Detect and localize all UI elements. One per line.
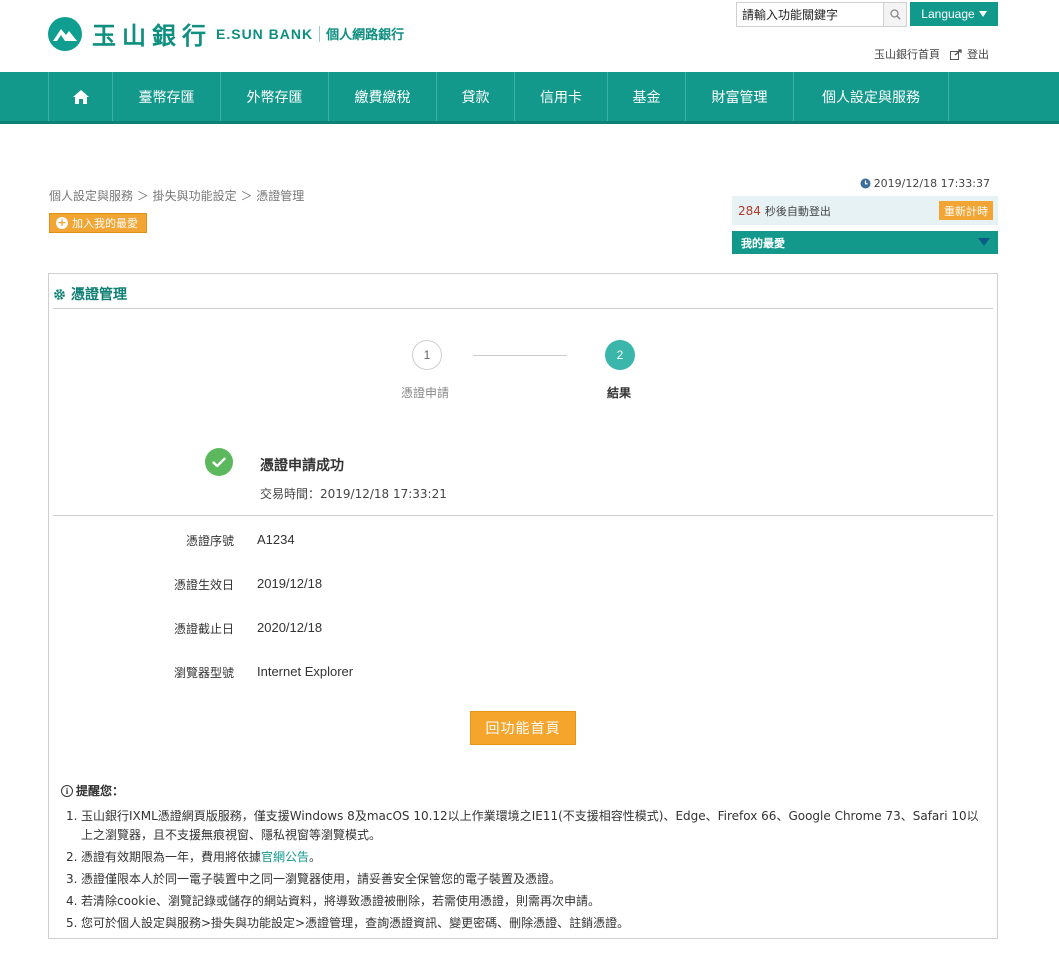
my-favorites-bar[interactable]: 我的最愛 [732, 231, 998, 254]
language-label: Language [921, 7, 975, 21]
search-box [736, 2, 907, 27]
divider [53, 308, 993, 309]
esun-logo[interactable]: 玉山銀行 E.SUN BANK 個人網路銀行 [48, 16, 404, 51]
step-connector [473, 355, 567, 356]
logout-label: 登出 [967, 48, 989, 61]
session-timer: 284 秒後自動登出 重新計時 [732, 196, 998, 225]
detail-label: 瀏覽器型號 [173, 666, 234, 680]
step-2-label: 結果 [607, 386, 632, 400]
divider [53, 515, 993, 516]
step-2-circle: 2 [605, 340, 635, 370]
top-links: 玉山銀行首頁 登出 [874, 46, 989, 62]
list-item: 4. 若清除cookie、瀏覽記錄或儲存的網站資料，將導致憑證被刪除，若需使用憑… [66, 894, 600, 908]
search-input[interactable] [737, 3, 883, 26]
success-title: 憑證申請成功 [260, 458, 344, 474]
add-favorite-label: 加入我的最愛 [72, 217, 138, 230]
nav-twd-deposit[interactable]: 臺幣存匯 [113, 72, 221, 121]
list-item: 3. 憑證僅限本人於同一電子裝置中之同一瀏覽器使用，請妥善安全保管您的電子裝置及… [66, 872, 562, 886]
countdown-suffix: 秒後自動登出 [764, 204, 831, 218]
notes-heading-text: 提醒您： [76, 784, 125, 798]
nav-credit-card[interactable]: 信用卡 [515, 72, 608, 121]
bank-subtitle: 個人網路銀行 [326, 28, 405, 43]
triangle-down-icon [978, 238, 990, 246]
info-icon: i [61, 784, 73, 797]
gear-icon [54, 288, 65, 300]
detail-row-browser: 瀏覽器型號 Internet Explorer [49, 664, 649, 684]
detail-label: 憑證生效日 [173, 578, 234, 592]
logo-divider [319, 25, 321, 42]
list-item: 5. 您可於個人設定與服務>掛失與功能設定>憑證管理，查詢憑證資訊、變更密碼、刪… [66, 916, 630, 930]
step-1-label: 憑證申請 [401, 386, 450, 400]
detail-label: 憑證序號 [185, 534, 234, 548]
reminder-notes: i 提醒您： 1. 玉山銀行IXML憑證網頁版服務，僅支援Windows 8及m… [61, 782, 986, 936]
detail-value: 2019/12/18 [257, 576, 323, 591]
transaction-time: 交易時間：2019/12/18 17:33:21 [260, 487, 447, 501]
bank-home-link[interactable]: 玉山銀行首頁 [874, 46, 940, 62]
logout-icon [950, 48, 962, 60]
plus-icon: + [56, 216, 68, 229]
countdown-seconds: 284 [738, 203, 761, 218]
panel-title: 憑證管理 [53, 284, 127, 304]
home-icon [72, 89, 89, 104]
detail-value: 2020/12/18 [257, 620, 323, 635]
panel-title-text: 憑證管理 [71, 287, 127, 303]
breadcrumb: 個人設定與服務 ＞ 掛失與功能設定 ＞ 憑證管理 [49, 189, 305, 203]
nav-wealth[interactable]: 財富管理 [686, 72, 794, 121]
detail-row-expiry-date: 憑證截止日 2020/12/18 [49, 620, 649, 640]
mountain-logo-icon [48, 16, 82, 51]
nav-personal-settings[interactable]: 個人設定與服務 [794, 72, 949, 121]
datetime-text: 2019/12/18 17:33:37 [873, 177, 990, 190]
nav-foreign-deposit[interactable]: 外幣存匯 [221, 72, 329, 121]
bank-name-en: E.SUN BANK [216, 25, 314, 42]
list-item: 1. 玉山銀行IXML憑證網頁版服務，僅支援Windows 8及macOS 10… [66, 809, 979, 842]
notes-heading: i 提醒您： [61, 782, 986, 799]
nav-payments[interactable]: 繳費繳稅 [329, 72, 437, 121]
detail-row-effective-date: 憑證生效日 2019/12/18 [49, 576, 649, 596]
bank-name-cn: 玉山銀行 [92, 22, 212, 50]
nav-home[interactable] [49, 72, 113, 121]
list-item: 2. 憑證有效期限為一年，費用將依據官網公告。 [66, 850, 322, 864]
nav-funds[interactable]: 基金 [608, 72, 686, 121]
detail-value: Internet Explorer [257, 664, 354, 679]
success-check-icon [205, 448, 233, 476]
language-button[interactable]: Language [910, 2, 998, 26]
main-navigation: 臺幣存匯 外幣存匯 繳費繳稅 貸款 信用卡 基金 財富管理 個人設定與服務 [0, 72, 1059, 124]
nav-loans[interactable]: 貸款 [437, 72, 515, 121]
my-favorites-label: 我的最愛 [741, 236, 785, 250]
detail-label: 憑證截止日 [173, 622, 234, 636]
caret-down-icon [978, 11, 987, 17]
detail-value: A1234 [257, 532, 295, 547]
official-notice-link[interactable]: 官網公告 [261, 850, 309, 864]
current-time: 2019/12/18 17:33:37 [860, 177, 990, 190]
logout-link[interactable]: 登出 [950, 46, 989, 62]
clock-icon [860, 178, 871, 189]
back-to-home-button[interactable]: 回功能首頁 [470, 711, 576, 745]
search-button[interactable] [883, 3, 906, 26]
refresh-timer-button[interactable]: 重新計時 [939, 201, 993, 220]
header: 玉山銀行 E.SUN BANK 個人網路銀行 Language 玉山銀行首頁 登… [0, 0, 1059, 72]
certificate-panel: 憑證管理 1 2 憑證申請 結果 憑證申請成功 交易時間：2019/12/18 … [48, 273, 998, 939]
detail-row-serial: 憑證序號 A1234 [49, 532, 649, 552]
step-1-circle: 1 [412, 340, 442, 370]
search-icon [889, 9, 901, 20]
add-favorite-button[interactable]: + 加入我的最愛 [49, 213, 147, 233]
